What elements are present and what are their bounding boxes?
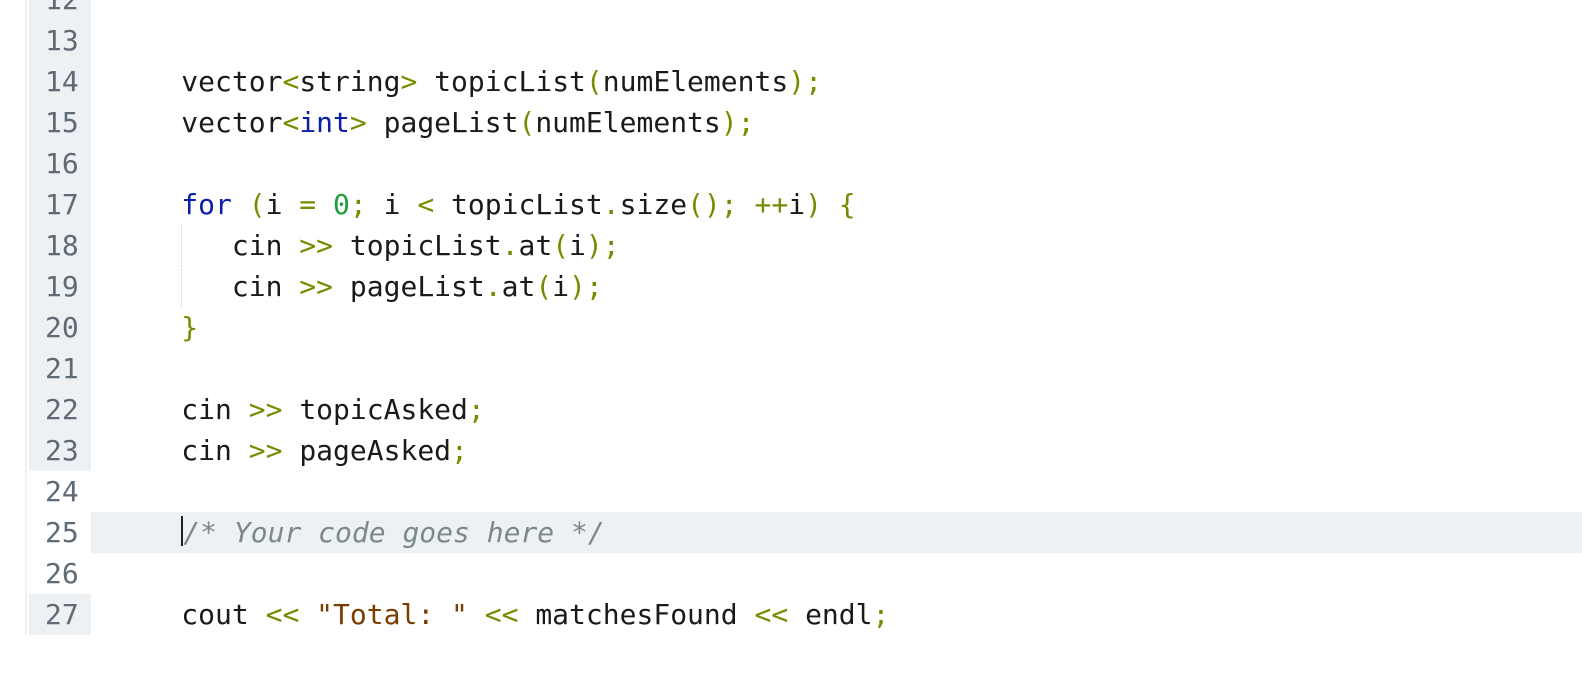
line-number: 19 [29,266,91,307]
line-number: 22 [29,389,91,430]
line-number: 27 [29,594,91,635]
code-line[interactable]: } [91,307,1582,348]
line-number: 20 [29,307,91,348]
line-number: 14 [29,61,91,102]
line-number: 15 [29,102,91,143]
line-number: 23 [29,430,91,471]
code-line[interactable]: for (i = 0; i < topicList.size(); ++i) { [91,184,1582,225]
line-number: 24 [29,471,91,512]
line-number: 12 [29,0,91,20]
line-number: 21 [29,348,91,389]
code-line[interactable]: cin >> topicList.at(i); [91,225,1582,266]
line-number: 13 [29,20,91,61]
code-editor[interactable]: 12131415161718192021222324252627 cin >> … [25,0,1582,635]
code-line[interactable] [91,553,1582,594]
line-number: 16 [29,143,91,184]
code-area[interactable]: cin >> numElements; vector<string> topic… [91,0,1582,635]
code-line[interactable]: cin >> topicAsked; [91,389,1582,430]
code-line-active[interactable]: /* Your code goes here */ [91,512,1582,553]
line-number: 26 [29,553,91,594]
code-line[interactable]: cout << "Total: " << matchesFound << end… [91,594,1582,635]
code-line[interactable]: vector<int> pageList(numElements); [91,102,1582,143]
line-number: 18 [29,225,91,266]
code-line[interactable] [91,348,1582,389]
code-line[interactable]: vector<string> topicList(numElements); [91,61,1582,102]
line-number: 25 [29,512,91,553]
code-line[interactable]: cin >> pageList.at(i); [91,266,1582,307]
code-line[interactable] [91,143,1582,184]
code-line[interactable]: cin >> pageAsked; [91,430,1582,471]
line-number: 17 [29,184,91,225]
code-line[interactable]: cin >> numElements; [91,0,1582,20]
code-line[interactable] [91,20,1582,61]
code-line[interactable] [91,471,1582,512]
line-number-gutter: 12131415161718192021222324252627 [29,0,91,635]
